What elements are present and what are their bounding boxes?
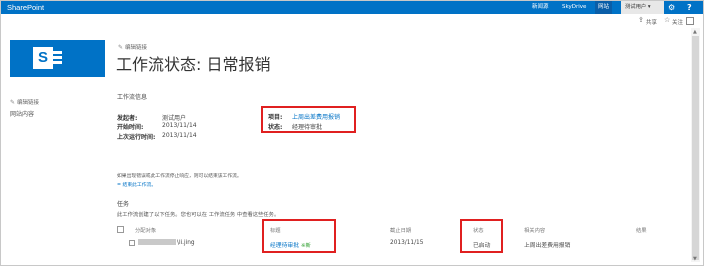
initiator-value: 测试用户	[162, 115, 187, 122]
edit-links-label: 编辑链接	[17, 100, 40, 106]
scroll-down-icon[interactable]: ▼	[693, 256, 697, 262]
task-due-date: 2013/11/15	[390, 240, 424, 246]
nav-site-contents[interactable]: 网站内容	[10, 109, 34, 118]
col-due-date[interactable]: 截止日期	[390, 226, 411, 234]
edit-links-left[interactable]: ✎ 编辑链接	[10, 98, 39, 106]
star-icon[interactable]: ☆	[664, 16, 670, 24]
select-all-checkbox[interactable]	[117, 226, 124, 233]
terminate-note: 如果出现错误或此工作流停止响应，则可以结束该工作流。	[117, 174, 242, 179]
user-menu[interactable]: 测试用户 ▾	[621, 1, 664, 14]
question-icon[interactable]: ?	[687, 1, 692, 14]
pencil-icon: ✎	[10, 99, 16, 106]
top-link-newsfeed[interactable]: 新闻源	[532, 1, 549, 14]
scroll-up-icon[interactable]: ▲	[693, 29, 697, 35]
new-badge: ※新	[301, 243, 311, 249]
suite-bar: SharePoint 新闻源 SkyDrive 网站 测试用户 ▾ ⚙ ?	[1, 1, 703, 14]
row-checkbox[interactable]	[129, 240, 135, 246]
gear-icon[interactable]: ⚙	[668, 1, 675, 14]
share-button[interactable]: 共享	[646, 18, 657, 26]
pencil-icon: ✎	[118, 44, 124, 51]
scrollbar-thumb[interactable]	[692, 36, 699, 260]
logo-s-mark: S	[33, 47, 53, 69]
tasks-header: 任务	[117, 201, 130, 208]
workflow-info-header: 工作流信息	[117, 94, 148, 101]
assigned-to-suffix[interactable]: \li.jing	[177, 240, 195, 246]
edit-links-top[interactable]: ✎ 编辑链接	[118, 43, 147, 51]
col-related-content[interactable]: 相关内容	[524, 226, 545, 234]
task-related-content[interactable]: 上周出差费用报销	[524, 240, 570, 249]
terminate-workflow-link[interactable]: = 结束此工作流。	[117, 181, 156, 188]
focus-content-icon[interactable]	[686, 17, 694, 25]
page-title: 工作流状态: 日常报销	[116, 55, 271, 74]
tasks-intro: 此工作流创建了以下任务。您也可以在 工作流任务 中查看这些任务。	[117, 212, 280, 218]
started-value: 2013/11/14	[162, 122, 197, 129]
col-assigned-to[interactable]: 分配对象	[135, 226, 156, 234]
follow-button[interactable]: 关注	[672, 18, 683, 26]
task-title-link[interactable]: 经理待审批	[270, 243, 299, 249]
item-label: 项目:	[268, 114, 283, 121]
share-icon[interactable]: ⇪	[638, 16, 644, 24]
started-label: 开始时间:	[117, 124, 144, 131]
status-label: 状态:	[268, 124, 283, 131]
top-link-skydrive[interactable]: SkyDrive	[562, 1, 586, 14]
initiator-label: 发起者:	[117, 115, 138, 122]
redacted-name	[138, 239, 176, 245]
task-title[interactable]: 经理待审批 ※新	[270, 240, 311, 249]
last-run-value: 2013/11/14	[162, 132, 197, 139]
window-frame	[0, 0, 704, 266]
task-status: 已启动	[473, 243, 491, 249]
col-outcome[interactable]: 结果	[636, 226, 647, 234]
top-link-sites[interactable]: 网站	[595, 1, 613, 14]
last-run-label: 上次运行时间:	[117, 134, 156, 141]
status-value: 经理待审批	[292, 124, 323, 131]
brand-sharepoint[interactable]: SharePoint	[7, 1, 44, 14]
item-link[interactable]: 上周出差费用报销	[292, 112, 340, 121]
site-logo[interactable]: S	[10, 40, 105, 77]
